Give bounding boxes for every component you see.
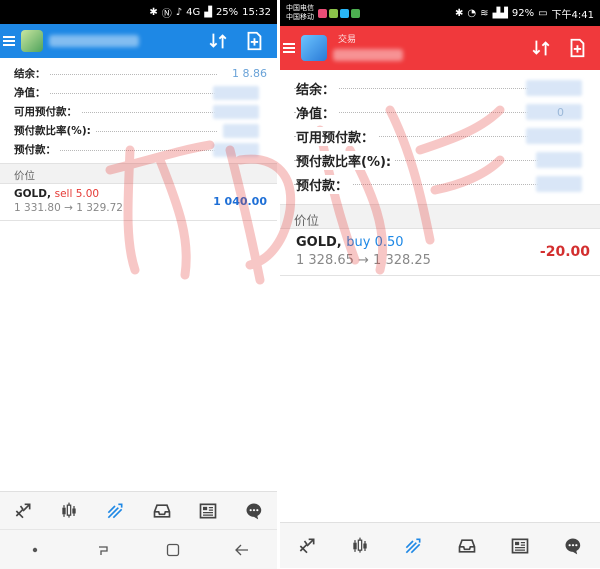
notification-app-icon bbox=[329, 8, 338, 18]
app-bar: 交易 bbox=[280, 26, 600, 70]
status-bar: ✱ Ⓝ ♪ 4G ▟ 25% 15:32 bbox=[0, 0, 277, 24]
system-navigation bbox=[0, 529, 277, 569]
balance-row: 结余： bbox=[294, 76, 590, 100]
free-margin-row: 可用预付款： bbox=[14, 102, 267, 121]
new-order-button[interactable] bbox=[564, 35, 590, 61]
bottom-navigation bbox=[0, 491, 277, 529]
trade-icon[interactable] bbox=[400, 533, 426, 559]
account-summary: 结余： 1 8.86 净值： 可用预付款： 预付款比率(%): 预付款： bbox=[0, 58, 277, 161]
account-avatar[interactable] bbox=[21, 30, 43, 52]
free-margin-value-redacted bbox=[526, 128, 582, 144]
sort-icon bbox=[209, 33, 227, 49]
positions-header: 价位 bbox=[280, 204, 600, 229]
account-name-redacted bbox=[49, 35, 139, 47]
chart-icon[interactable] bbox=[56, 498, 82, 524]
positions-header: 价位 bbox=[0, 163, 277, 184]
nfc-icon: Ⓝ bbox=[161, 8, 172, 20]
battery-icon: ▭ bbox=[538, 7, 548, 19]
margin-row: 预付款： bbox=[14, 140, 267, 159]
quotes-icon[interactable] bbox=[294, 533, 320, 559]
sort-button[interactable] bbox=[205, 28, 231, 54]
home-key[interactable] bbox=[158, 540, 188, 560]
free-margin-row: 可用预付款： bbox=[294, 124, 590, 148]
chat-icon[interactable] bbox=[241, 498, 267, 524]
alarm-icon: ◔ bbox=[467, 7, 477, 19]
notification-app-icon bbox=[340, 8, 349, 18]
margin-level-value-redacted bbox=[536, 152, 582, 168]
chat-icon[interactable] bbox=[560, 533, 586, 559]
back-key[interactable] bbox=[227, 540, 257, 560]
left-screen: ✱ Ⓝ ♪ 4G ▟ 25% 15:32 结余： 1 8.86 净值： 可用预付款… bbox=[0, 0, 277, 569]
quotes-icon[interactable] bbox=[10, 498, 36, 524]
recent-apps-key[interactable] bbox=[89, 540, 119, 560]
clock: 下午4:41 bbox=[551, 9, 594, 21]
notification-app-icon bbox=[318, 8, 327, 18]
margin-value-redacted bbox=[536, 176, 582, 192]
bluetooth-icon: ✱ bbox=[149, 6, 158, 18]
clock: 15:32 bbox=[242, 6, 271, 18]
menu-icon[interactable] bbox=[3, 34, 15, 48]
network-type: 4G bbox=[186, 6, 201, 18]
menu-icon[interactable] bbox=[283, 41, 295, 55]
new-order-button[interactable] bbox=[241, 28, 267, 54]
status-bar: 中国电信 中国移动 ✱ ◔ ≋ ▟▟ 92% ▭ 下午4:41 bbox=[280, 0, 600, 26]
right-screen: 中国电信 中国移动 ✱ ◔ ≋ ▟▟ 92% ▭ 下午4:41 交易 结余： 净… bbox=[280, 0, 600, 569]
balance-value-redacted bbox=[526, 80, 582, 96]
margin-value-redacted bbox=[213, 143, 259, 157]
sort-icon bbox=[532, 40, 550, 56]
battery-level: 25% bbox=[215, 6, 239, 18]
signal-icon: ▟▟ bbox=[492, 7, 508, 19]
margin-level-row: 预付款比率(%): bbox=[14, 121, 267, 140]
position-side: buy 0.50 bbox=[346, 235, 404, 250]
wifi-icon: ≋ bbox=[480, 7, 489, 19]
balance-row: 结余： 1 8.86 bbox=[14, 66, 267, 81]
news-icon[interactable] bbox=[507, 533, 533, 559]
new-order-icon bbox=[247, 31, 262, 51]
margin-row: 预付款： bbox=[294, 172, 590, 196]
new-order-icon bbox=[570, 38, 585, 58]
signal-icon: ▟ bbox=[204, 6, 212, 18]
bottom-navigation bbox=[280, 522, 600, 568]
carrier-labels: 中国电信 中国移动 bbox=[286, 4, 314, 21]
history-icon[interactable] bbox=[149, 498, 175, 524]
position-row[interactable]: GOLD, buy 0.50 1 328.65 → 1 328.25 -20.0… bbox=[280, 229, 600, 276]
balance-value: 1 8.86 bbox=[232, 67, 267, 80]
position-row[interactable]: GOLD, sell 5.00 1 331.80 → 1 329.72 1 04… bbox=[0, 184, 277, 221]
news-icon[interactable] bbox=[195, 498, 221, 524]
position-profit: -20.00 bbox=[539, 244, 590, 260]
chart-icon[interactable] bbox=[347, 533, 373, 559]
trade-icon[interactable] bbox=[102, 498, 128, 524]
account-summary: 结余： 净值： 0 可用预付款： 预付款比率(%): 预付款： bbox=[280, 70, 600, 198]
sort-button[interactable] bbox=[528, 35, 554, 61]
position-side: sell 5.00 bbox=[54, 188, 100, 200]
account-name-redacted bbox=[333, 49, 403, 61]
margin-level-value-redacted bbox=[223, 124, 259, 138]
app-bar-subtitle: 交易 bbox=[338, 35, 357, 45]
dot-key[interactable] bbox=[20, 540, 50, 560]
equity-row: 净值： 0 bbox=[294, 100, 590, 124]
position-profit: 1 040.00 bbox=[213, 195, 267, 208]
bluetooth-icon: ✱ bbox=[454, 7, 464, 19]
mute-icon: ♪ bbox=[175, 6, 183, 18]
equity-value: 0 bbox=[557, 105, 564, 119]
free-margin-value-redacted bbox=[213, 105, 259, 119]
app-bar bbox=[0, 24, 277, 58]
notification-app-icon bbox=[351, 8, 360, 18]
battery-level: 92% bbox=[511, 7, 535, 19]
margin-level-row: 预付款比率(%): bbox=[294, 148, 590, 172]
equity-value-redacted bbox=[213, 86, 259, 100]
account-avatar[interactable] bbox=[301, 35, 327, 61]
history-icon[interactable] bbox=[454, 533, 480, 559]
equity-row: 净值： bbox=[14, 83, 267, 102]
